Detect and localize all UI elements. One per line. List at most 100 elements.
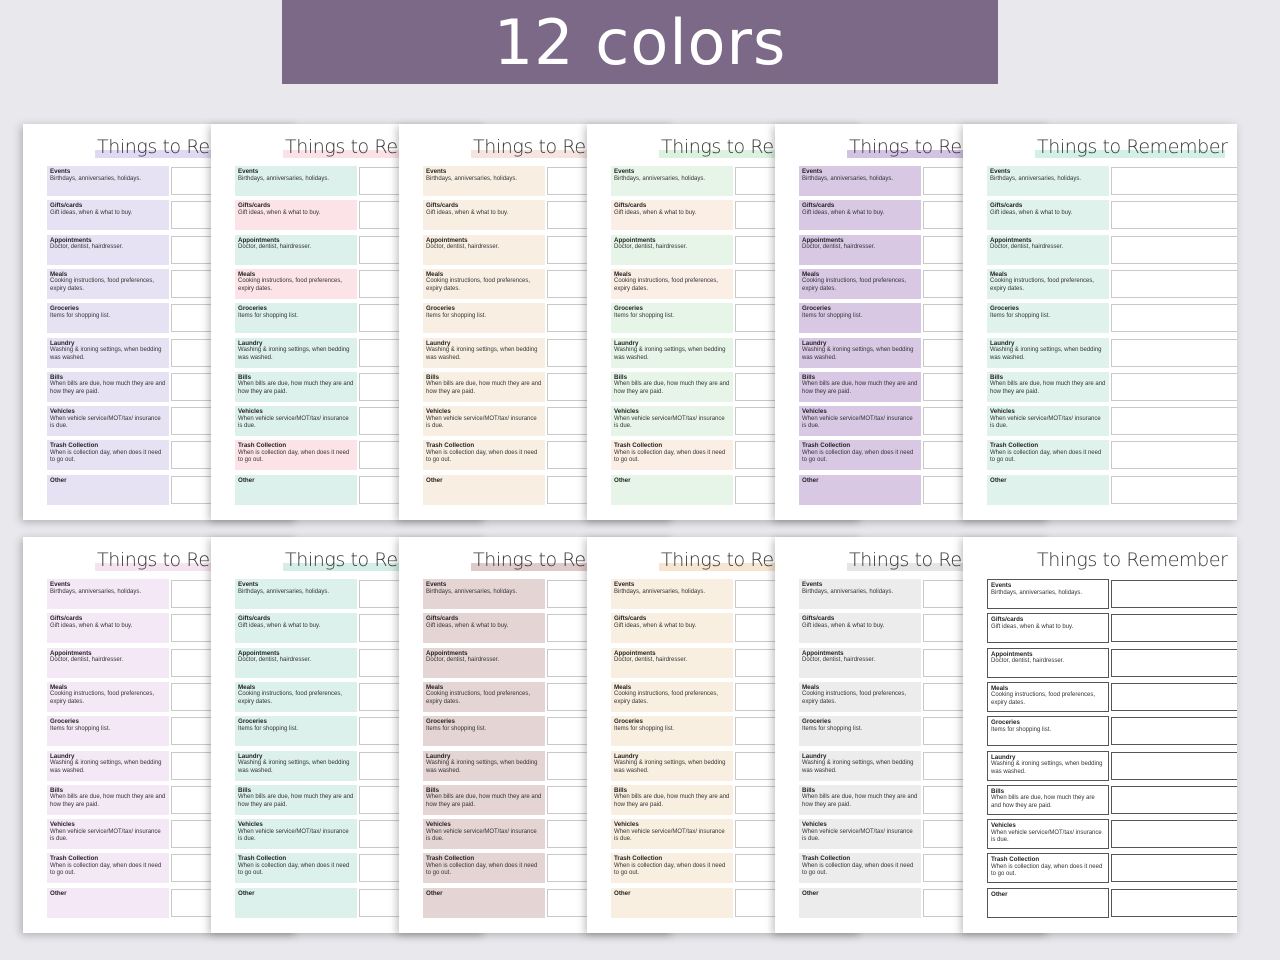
write-in-box [1111, 441, 1237, 470]
row-description: Cooking instructions, food preferences, … [614, 691, 719, 705]
row-description: When bills are due, how much they are an… [50, 794, 166, 808]
row-title: Trash Collection [426, 442, 475, 450]
write-in-box [1111, 614, 1237, 643]
row-label: Gifts/cards Gift ideas, when & what to bu… [611, 613, 733, 644]
row-title: Appointments [802, 649, 844, 657]
row-title: Laundry [614, 339, 639, 347]
row-label: Meals Cooking instructions, food preferen… [47, 268, 169, 299]
row-title: Other [802, 476, 819, 484]
row-title: Gifts/cards [991, 616, 1024, 624]
row-label: Gifts/cards Gift ideas, when & what to bu… [423, 200, 545, 231]
row-description: Gift ideas, when & what to buy. [426, 209, 509, 216]
row-title: Meals [802, 270, 820, 278]
row-label: Meals Cooking instructions, food preferen… [987, 268, 1109, 299]
row-title: Meals [614, 270, 632, 278]
row-description: Gift ideas, when & what to buy. [614, 622, 697, 629]
banner-text: 12 colors [493, 5, 787, 79]
row-description: When vehicle service/MOT/tax/ insurance … [802, 415, 913, 430]
row-label: Gifts/cards Gift ideas, when & what to bu… [235, 613, 357, 644]
row-title: Groceries [991, 719, 1020, 727]
row-description: When is collection day, when does it nee… [802, 449, 914, 464]
row-label: Laundry Washing & ironing settings, when … [235, 337, 357, 368]
row-label: Other [799, 474, 921, 505]
row-title: Other [50, 889, 67, 897]
row-title: Vehicles [238, 821, 263, 829]
row-title: Gifts/cards [614, 615, 647, 623]
row-title: Bills [426, 373, 440, 381]
row-title: Trash Collection [802, 442, 851, 450]
row-description: Items for shopping list. [802, 312, 863, 319]
row-label: Groceries Items for shopping list. [423, 716, 545, 747]
row-label: Other [235, 887, 357, 918]
row-description: Birthdays, anniversaries, holidays. [238, 588, 330, 595]
write-in-box [1111, 820, 1237, 849]
row-title: Appointments [426, 236, 468, 244]
row-title: Laundry [991, 753, 1016, 761]
row-description: Cooking instructions, food preferences, … [238, 691, 343, 705]
row-title: Events [50, 168, 71, 175]
row-title: Trash Collection [238, 442, 287, 450]
row-label: Bills When bills are due, how much they a… [799, 371, 921, 402]
row-label: Groceries Items for shopping list. [987, 303, 1109, 334]
row-label: Events Birthdays, anniversaries, holidays… [611, 166, 733, 196]
sheet-row: Gifts/cards Gift ideas, when & what to bu… [987, 200, 1237, 231]
row-label: Meals Cooking instructions, food preferen… [235, 681, 357, 712]
row-description: When vehicle service/MOT/tax/ insurance … [426, 828, 537, 843]
row-title: Other [426, 889, 443, 897]
row-title: Events [238, 168, 259, 175]
row-label: Laundry Washing & ironing settings, when … [423, 750, 545, 781]
row-title: Meals [426, 683, 444, 691]
row-title: Groceries [614, 718, 643, 726]
row-label: Vehicles When vehicle service/MOT/tax/ in… [423, 819, 545, 850]
row-description: Items for shopping list. [238, 312, 299, 319]
row-title: Events [614, 168, 635, 175]
write-in-box [1111, 407, 1237, 436]
sheet-row: Laundry Washing & ironing settings, when … [987, 337, 1237, 368]
row-description: When is collection day, when does it nee… [614, 862, 726, 877]
row-description: Cooking instructions, food preferences, … [614, 278, 719, 292]
write-in-box [1111, 717, 1237, 746]
row-label: Gifts/cards Gift ideas, when & what to bu… [423, 613, 545, 644]
row-title: Groceries [990, 305, 1019, 313]
sheet-row: Vehicles When vehicle service/MOT/tax/ in… [987, 819, 1237, 850]
row-description: When bills are due, how much they are an… [802, 794, 918, 808]
row-title: Vehicles [802, 408, 827, 416]
row-description: When vehicle service/MOT/tax/ insurance … [614, 415, 725, 430]
row-label: Trash Collection When is collection day, … [235, 440, 357, 471]
row-label: Groceries Items for shopping list. [235, 716, 357, 747]
row-title: Groceries [426, 305, 455, 313]
row-description: When vehicle service/MOT/tax/ insurance … [426, 415, 537, 430]
row-title: Groceries [802, 305, 831, 313]
row-label: Bills When bills are due, how much they a… [987, 784, 1109, 815]
row-description: Gift ideas, when & what to buy. [991, 623, 1074, 630]
row-label: Appointments Doctor, dentist, hairdresser… [423, 647, 545, 678]
row-label: Laundry Washing & ironing settings, when … [987, 337, 1109, 368]
row-title: Appointments [426, 649, 468, 657]
row-title: Vehicles [50, 408, 75, 416]
row-title: Laundry [614, 752, 639, 760]
row-description: Washing & ironing settings, when bedding… [802, 760, 914, 774]
planner-sheet: Things to Remember Events Birthdays, anniv… [963, 124, 1237, 520]
row-label: Other [611, 887, 733, 918]
row-label: Groceries Items for shopping list. [611, 303, 733, 334]
write-in-box [1111, 785, 1237, 814]
sheet-row: Gifts/cards Gift ideas, when & what to bu… [987, 613, 1237, 644]
row-description: When is collection day, when does it nee… [238, 449, 350, 464]
row-description: Birthdays, anniversaries, holidays. [50, 175, 142, 182]
row-label: Gifts/cards Gift ideas, when & what to bu… [235, 200, 357, 231]
row-label: Trash Collection When is collection day, … [47, 440, 169, 471]
row-title: Appointments [50, 649, 92, 657]
sheet-row: Events Birthdays, anniversaries, holidays… [987, 166, 1237, 196]
sheet-row: Events Birthdays, anniversaries, holidays… [987, 579, 1237, 609]
row-label: Events Birthdays, anniversaries, holidays… [987, 579, 1109, 609]
row-label: Groceries Items for shopping list. [799, 716, 921, 747]
row-label: Other [47, 474, 169, 505]
row-description: When vehicle service/MOT/tax/ insurance … [991, 829, 1102, 844]
row-label: Gifts/cards Gift ideas, when & what to bu… [987, 613, 1109, 644]
row-label: Appointments Doctor, dentist, hairdresser… [987, 234, 1109, 265]
sheet-row: Appointments Doctor, dentist, hairdresser… [987, 234, 1237, 265]
write-in-box [1111, 372, 1237, 401]
sheet-row: Bills When bills are due, how much they a… [987, 371, 1237, 402]
row-description: When vehicle service/MOT/tax/ insurance … [614, 828, 725, 843]
row-label: Bills When bills are due, how much they a… [47, 371, 169, 402]
